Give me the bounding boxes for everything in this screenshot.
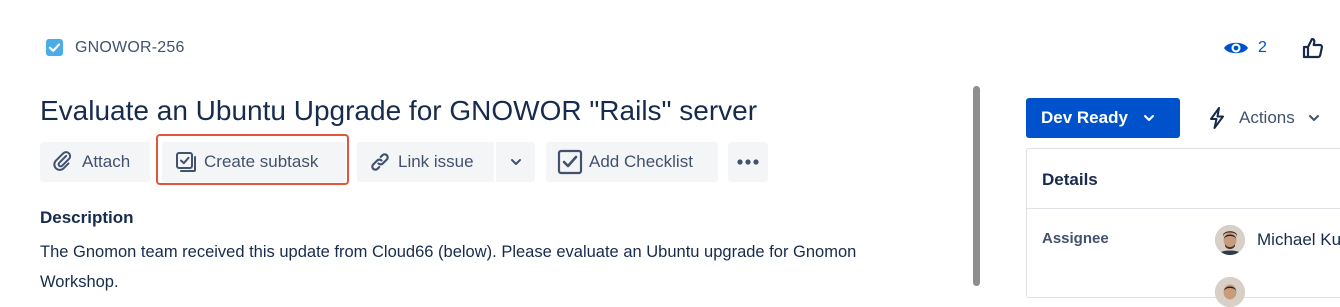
paperclip-icon: [53, 151, 72, 171]
avatar: [1215, 225, 1245, 255]
issue-key-link[interactable]: GNOWOR-256: [75, 38, 185, 58]
thumbs-up-icon[interactable]: [1301, 36, 1325, 60]
checklist-icon: [557, 149, 583, 175]
lightning-bolt-icon: [1210, 107, 1224, 129]
scrollbar-thumb[interactable]: [973, 86, 980, 286]
attach-button[interactable]: Attach: [40, 142, 150, 182]
issue-title[interactable]: Evaluate an Ubuntu Upgrade for GNOWOR "R…: [40, 93, 757, 129]
eye-icon[interactable]: [1222, 37, 1250, 59]
attach-label: Attach: [82, 152, 131, 171]
details-title: Details: [1042, 170, 1098, 189]
assignee-name[interactable]: Michael Ku: [1257, 230, 1340, 250]
add-checklist-button[interactable]: Add Checklist: [546, 142, 718, 182]
ellipsis-icon: [737, 159, 759, 165]
chevron-down-icon: [510, 159, 521, 165]
actions-dropdown-button[interactable]: Actions: [1205, 98, 1321, 138]
highlight-outline: [156, 134, 349, 185]
link-issue-dropdown-button[interactable]: [496, 142, 535, 182]
status-dropdown-button[interactable]: Dev Ready: [1026, 98, 1180, 138]
status-label: Dev Ready: [1041, 108, 1128, 127]
avatar: [1215, 277, 1245, 307]
link-icon: [371, 153, 389, 171]
chevron-down-icon: [1143, 115, 1154, 121]
description-heading: Description: [40, 208, 134, 227]
assignee-label: Assignee: [1042, 230, 1109, 247]
actions-label: Actions: [1239, 108, 1295, 127]
link-issue-label: Link issue: [398, 152, 474, 171]
more-actions-button[interactable]: [728, 142, 768, 182]
watch-count[interactable]: 2: [1258, 38, 1267, 58]
chevron-down-icon: [1308, 115, 1319, 121]
details-panel: Details Assignee Michael Ku: [1026, 148, 1340, 307]
link-issue-button[interactable]: Link issue: [357, 142, 494, 182]
task-type-icon: [46, 39, 63, 56]
description-body[interactable]: The Gnomon team received this update fro…: [40, 237, 880, 297]
add-checklist-label: Add Checklist: [589, 152, 693, 171]
details-header[interactable]: Details: [1027, 149, 1340, 209]
